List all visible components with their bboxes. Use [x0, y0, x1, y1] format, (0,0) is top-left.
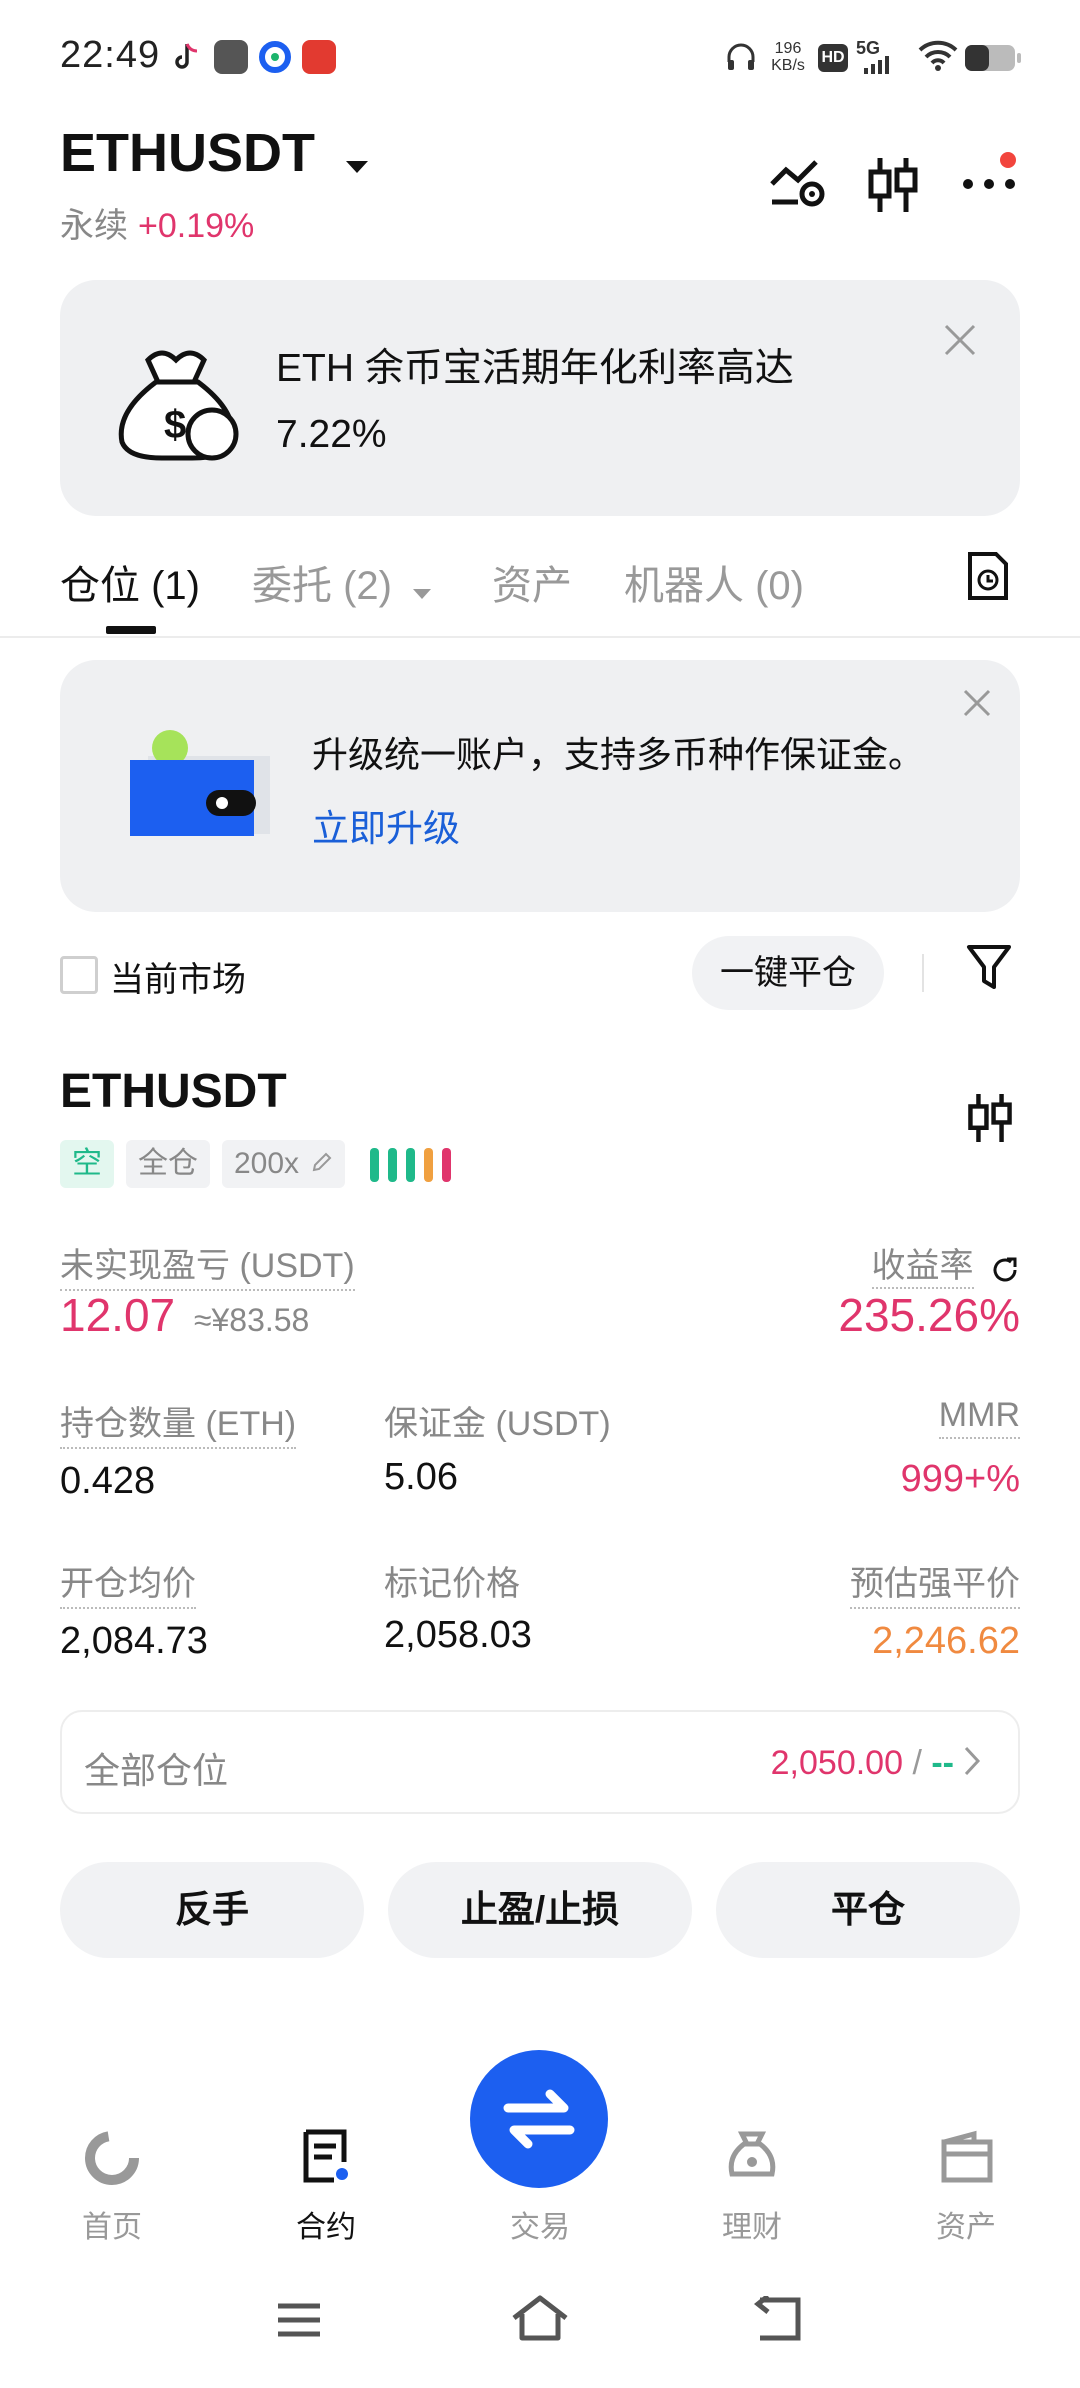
close-position-button[interactable]: 平仓: [716, 1862, 1020, 1958]
caret-down-icon: [411, 566, 433, 611]
game-icon: [214, 40, 248, 74]
chevron-right-icon: [962, 1744, 982, 1783]
status-bar: 22:49 196 KB/s HD 5G: [0, 0, 1080, 118]
divider: [922, 954, 924, 992]
entry-price-value: 2,084.73: [60, 1620, 208, 1662]
all-positions-value: 2,050.00 / --: [770, 1744, 954, 1782]
contract-type: 永续: [60, 207, 128, 245]
side-tag: 空: [60, 1140, 114, 1188]
symbol-selector[interactable]: ETHUSDT: [60, 122, 370, 188]
margin-mode-tag: 全仓: [126, 1140, 210, 1188]
tab-orders[interactable]: 委托 (2): [252, 553, 433, 611]
margin-value: 5.06: [384, 1456, 458, 1498]
close-banner-icon[interactable]: [942, 322, 978, 363]
close-upgrade-icon[interactable]: [962, 688, 992, 723]
reverse-button[interactable]: 反手: [60, 1862, 364, 1958]
header-subtitle: 永续 +0.19%: [60, 198, 254, 247]
all-positions-label: 全部仓位: [84, 1750, 229, 1791]
qty-value: 0.428: [60, 1460, 156, 1502]
margin-label: 保证金 (USDT): [384, 1405, 611, 1443]
roi-header[interactable]: 收益率: [871, 1238, 1020, 1290]
earn-bag-icon: [728, 2131, 776, 2177]
caret-down-icon: [344, 126, 370, 188]
wallet-nav-icon: [941, 2130, 993, 2183]
tab-positions[interactable]: 仓位 (1): [60, 553, 200, 611]
promo-text: ETH 余币宝活期年化利率高达 7.22%: [276, 347, 794, 456]
tiktok-icon: [170, 40, 204, 74]
browser-icon: [258, 40, 292, 74]
mmr-label[interactable]: MMR: [938, 1396, 1020, 1439]
hd-badge: HD: [818, 44, 848, 72]
money-bag-icon: $: [110, 330, 246, 471]
wallet-icon: [130, 730, 270, 845]
headphones-icon: [724, 40, 758, 79]
tpsl-button[interactable]: 止盈/止损: [388, 1862, 692, 1958]
roi-label: 收益率: [871, 1247, 974, 1289]
system-back-button[interactable]: [752, 2294, 804, 2347]
mark-price-label: 标记价格: [384, 1565, 520, 1603]
signal-5g: 5G: [856, 38, 889, 74]
candlestick-icon[interactable]: [866, 156, 920, 219]
tab-assets[interactable]: 资产: [492, 553, 572, 611]
share-icon: [990, 1255, 1020, 1290]
position-chart-icon[interactable]: [966, 1090, 1014, 1151]
entry-price-label[interactable]: 开仓均价: [60, 1556, 196, 1609]
edit-icon: [311, 1140, 333, 1188]
contract-doc-icon: [303, 2129, 348, 2183]
symbol-title: ETHUSDT: [60, 123, 315, 183]
trading-bot-icon[interactable]: [768, 156, 828, 217]
qty-label[interactable]: 持仓数量 (ETH): [60, 1396, 297, 1449]
system-home-button[interactable]: [510, 2294, 570, 2347]
upgrade-link[interactable]: 立即升级: [312, 798, 460, 852]
current-market-checkbox[interactable]: [60, 956, 98, 994]
filter-icon[interactable]: [966, 944, 1012, 997]
leverage-tag[interactable]: 200x: [222, 1140, 346, 1188]
roi-value: 235.26%: [838, 1289, 1020, 1341]
news-app-icon: [302, 40, 336, 74]
price-change: +0.19%: [138, 207, 255, 245]
tab-bots[interactable]: 机器人 (0): [624, 553, 804, 611]
more-icon[interactable]: [958, 150, 1020, 205]
upl-cny: ≈¥83.58: [193, 1302, 310, 1338]
battery-icon: [964, 44, 1022, 77]
system-menu-button[interactable]: [274, 2300, 324, 2345]
current-market-label: 当前市场: [110, 961, 246, 999]
wifi-icon: [918, 40, 958, 77]
liq-price-value: 2,246.62: [872, 1620, 1020, 1662]
position-symbol: ETHUSDT: [60, 1065, 287, 1118]
net-speed: 196 KB/s: [771, 40, 805, 74]
home-logo-icon: [85, 2131, 139, 2185]
trade-fab-button[interactable]: [470, 2050, 608, 2188]
svg-text:$: $: [164, 403, 186, 447]
upl-label[interactable]: 未实现盈亏 (USDT): [60, 1238, 355, 1291]
mark-price-value: 2,058.03: [384, 1614, 532, 1656]
close-all-button[interactable]: 一键平仓: [692, 936, 884, 1010]
status-time: 22:49: [60, 34, 161, 76]
liq-price-label[interactable]: 预估强平价: [850, 1556, 1020, 1609]
tab-active-indicator: [106, 626, 156, 634]
risk-level-bars: [370, 1148, 456, 1187]
upl-value: 12.07 ≈¥83.58: [60, 1289, 310, 1341]
mmr-value: 999+%: [900, 1458, 1020, 1500]
upgrade-text: 升级统一账户，支持多币种作保证金。: [312, 734, 925, 775]
history-icon[interactable]: [966, 550, 1010, 607]
